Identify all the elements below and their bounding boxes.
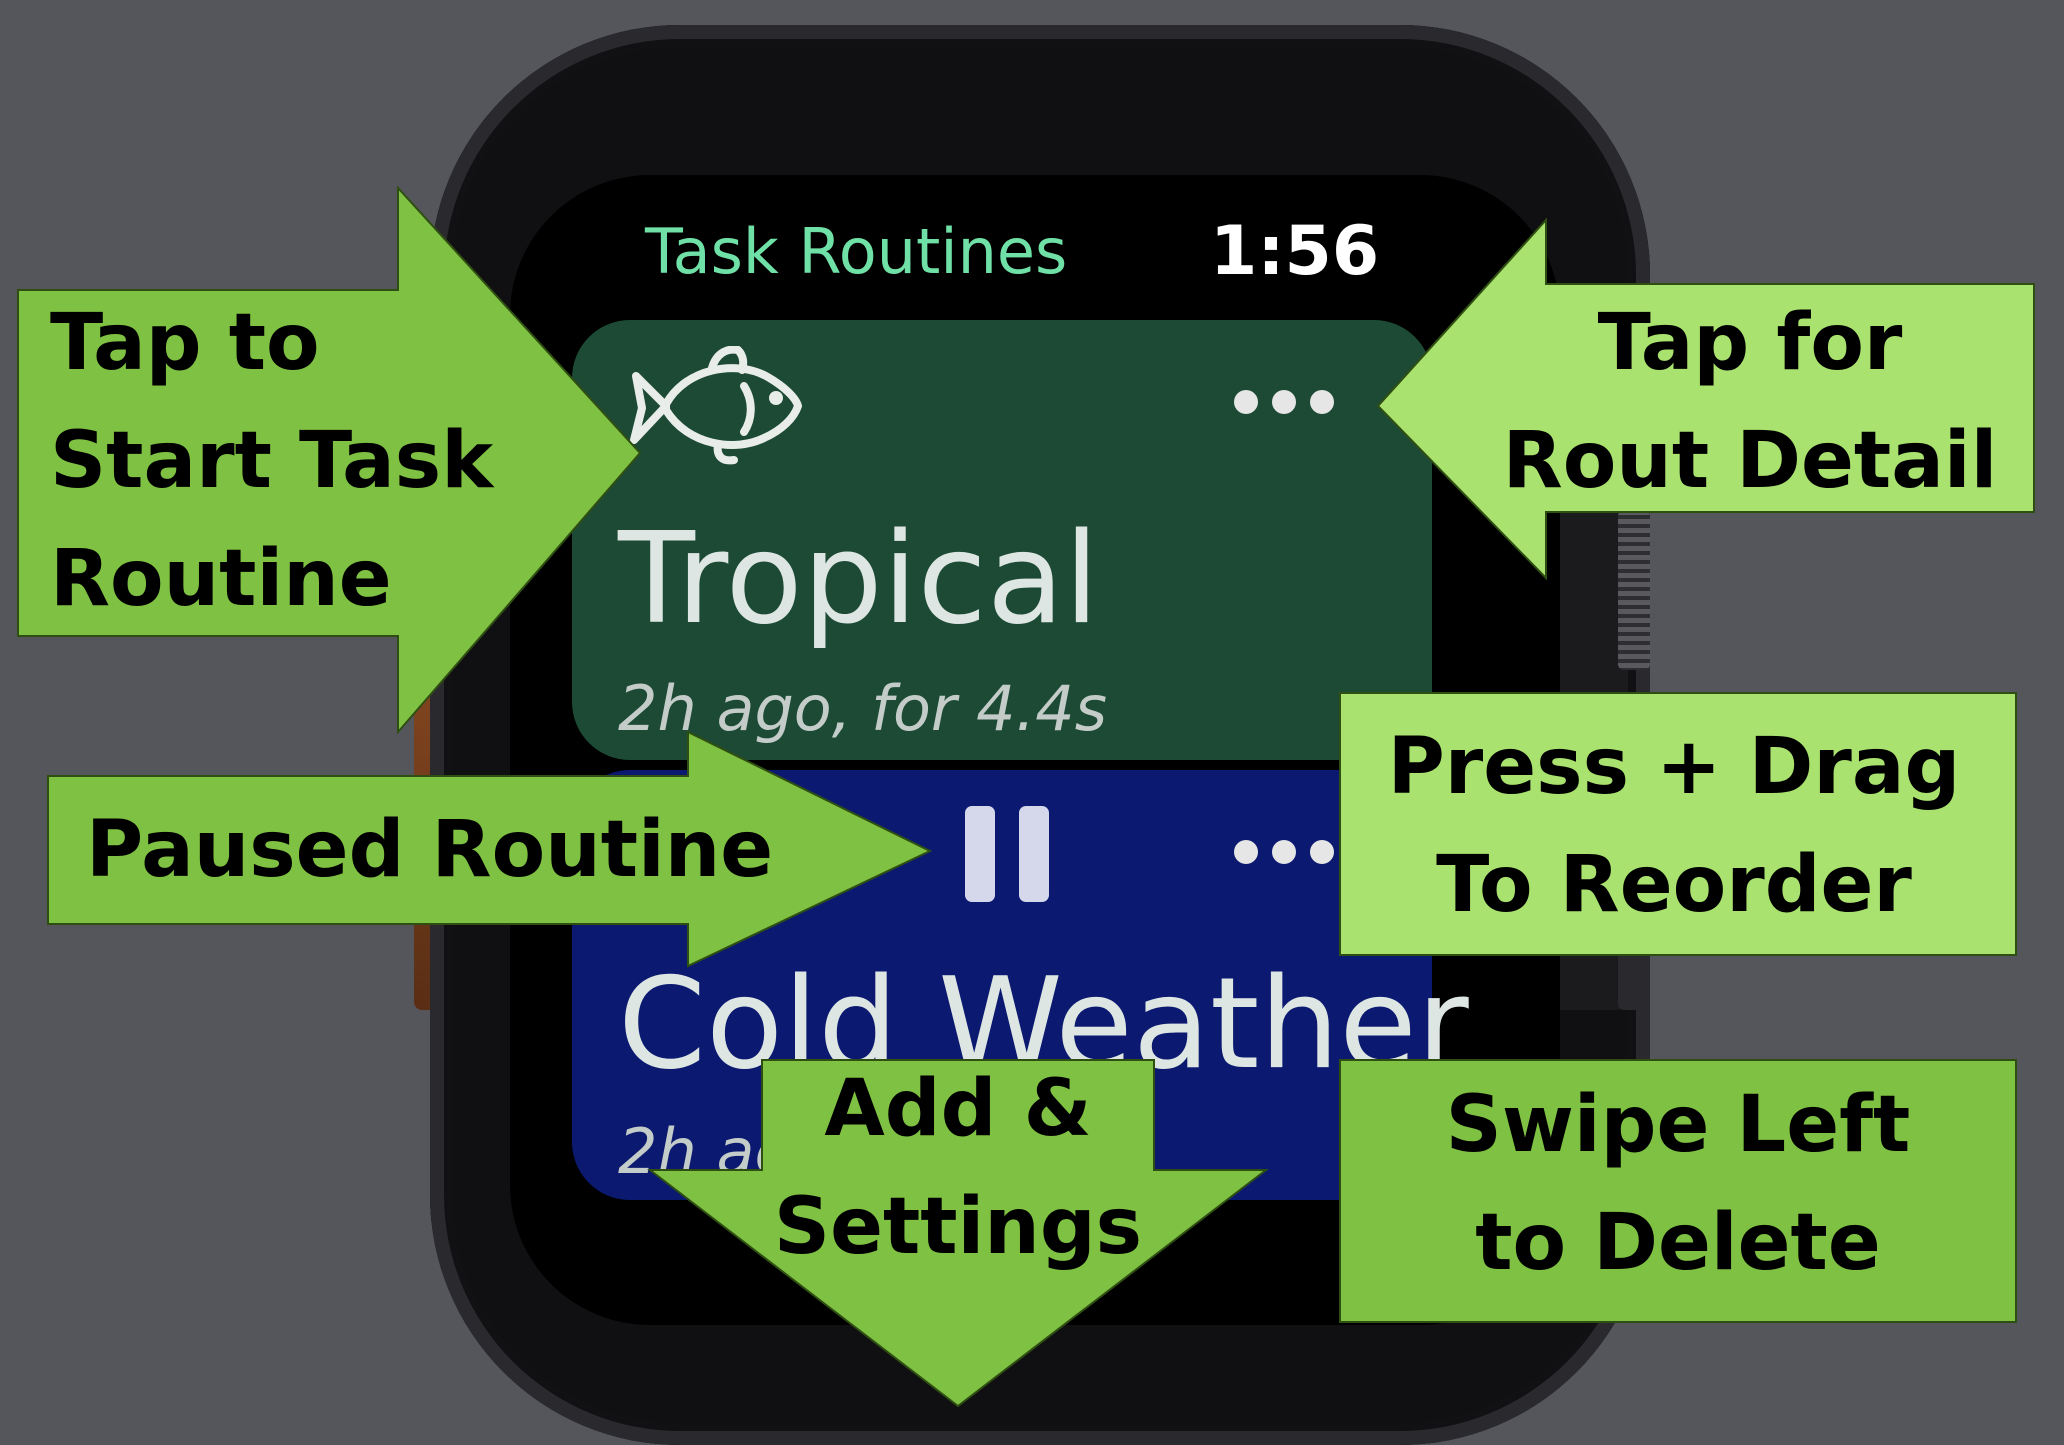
note-line: Press + Drag	[1387, 722, 1961, 812]
note-line: Routine	[50, 534, 392, 624]
note-line: To Reorder	[1436, 840, 1912, 930]
reorder-note: Press + Drag To Reorder	[1340, 708, 2008, 944]
note-line: Rout Detail	[1502, 416, 1998, 506]
note-line: Tap to	[50, 298, 320, 388]
note-line: Swipe Left	[1445, 1080, 1911, 1170]
note-line: to Delete	[1475, 1198, 1881, 1288]
swipe-delete-note: Swipe Left to Delete	[1340, 1066, 2016, 1302]
note-line: Start Task	[50, 416, 494, 506]
note-line: Tap for	[1597, 298, 1903, 388]
note-line: Settings	[773, 1182, 1143, 1272]
paused-note: Paused Routine	[86, 805, 774, 895]
note-line: Add &	[824, 1064, 1092, 1154]
tap-detail-note: Tap for Rout Detail	[1500, 284, 2000, 520]
tap-start-note: Tap to Start Task Routine	[50, 284, 493, 638]
add-settings-note: Add & Settings	[762, 1050, 1154, 1286]
